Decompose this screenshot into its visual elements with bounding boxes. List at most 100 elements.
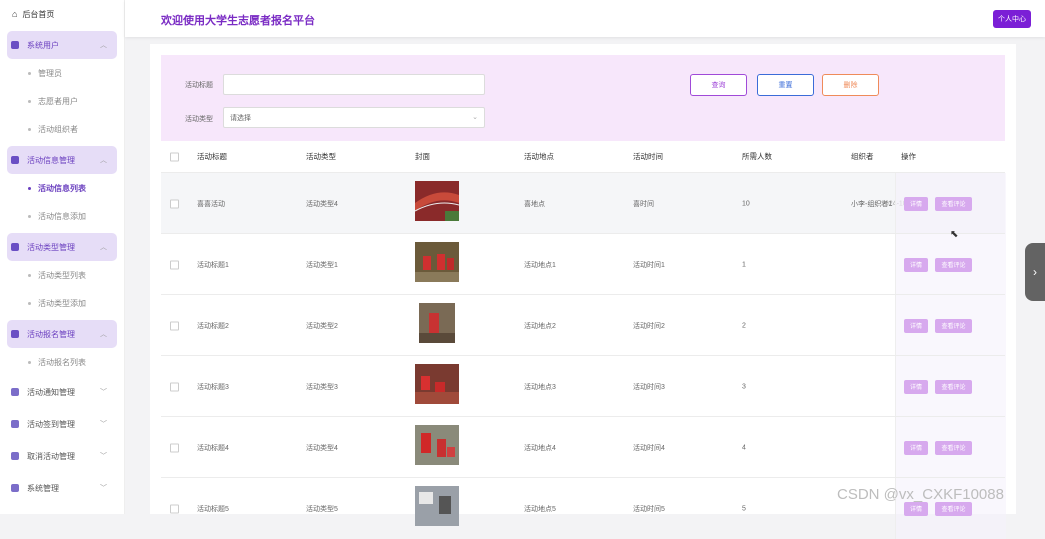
- row-checkbox[interactable]: [170, 260, 179, 269]
- col-type: 活动类型: [306, 152, 336, 161]
- dot-icon: [28, 71, 31, 75]
- cell-time: 喜时间: [633, 200, 654, 208]
- detail-button[interactable]: 详情: [904, 379, 928, 394]
- activity-icon: [11, 156, 19, 164]
- cell-time: 活动时间1: [633, 261, 665, 269]
- view-comments-button[interactable]: 查看评论: [935, 318, 972, 333]
- sidebar-item-admin[interactable]: 管理员: [0, 59, 124, 87]
- category-icon: [11, 243, 19, 251]
- dot-icon: [28, 273, 31, 277]
- row-checkbox[interactable]: [170, 199, 179, 208]
- sidebar-group-label: 取消活动管理: [27, 451, 75, 461]
- select-all-checkbox[interactable]: [170, 152, 179, 161]
- view-comments-button[interactable]: 查看评论: [935, 257, 972, 272]
- cell-title: 活动标题3: [197, 383, 229, 391]
- chevron-down-icon: ⌄: [472, 114, 478, 121]
- cell-type: 活动类型1: [306, 261, 338, 269]
- drawer-toggle-button[interactable]: ›: [1025, 243, 1045, 301]
- cover-image: [415, 425, 459, 465]
- sidebar-item-activity-add[interactable]: 活动信息添加: [0, 202, 124, 230]
- cell-time: 活动时间3: [633, 383, 665, 391]
- sidebar-item-label: 活动信息添加: [38, 211, 86, 221]
- dot-icon: [28, 99, 31, 103]
- type-select-value: 请选择: [230, 115, 251, 122]
- sidebar-group-label: 系统管理: [27, 483, 59, 493]
- notice-icon: [11, 388, 19, 396]
- cell-title: 活动标题4: [197, 444, 229, 452]
- view-comments-button[interactable]: 查看评论: [935, 196, 972, 211]
- sidebar-group-cancel[interactable]: 取消活动管理 ﹀: [7, 440, 117, 472]
- chevron-down-icon: ﹀: [100, 389, 107, 396]
- col-place: 活动地点: [524, 152, 554, 161]
- reset-button[interactable]: 重置: [757, 74, 814, 96]
- detail-button[interactable]: 详情: [904, 501, 928, 516]
- sidebar-group-users[interactable]: 系统用户 ︿: [7, 31, 117, 59]
- sidebar-group-notice[interactable]: 活动通知管理 ﹀: [7, 376, 117, 408]
- cell-count: 10: [742, 200, 750, 207]
- cell-type: 活动类型5: [306, 505, 338, 513]
- cell-title: 活动标题1: [197, 261, 229, 269]
- detail-button[interactable]: 详情: [904, 318, 928, 333]
- table-row: 喜喜活动活动类型4喜地点喜时间10小李-组织者12024-10-06详情查看评论: [161, 172, 1006, 234]
- mouse-cursor-icon: ⬉: [950, 229, 959, 240]
- sidebar-item-signup-list[interactable]: 活动报名列表: [0, 348, 124, 376]
- table-row: 活动标题2 活动类型2 活动地点2 活动时间2 2 详情 查看评论: [161, 294, 1006, 356]
- dot-icon: [28, 186, 31, 190]
- table-row: 活动标题4 活动类型4 活动地点4 活动时间4 4 详情 查看评论: [161, 416, 1006, 478]
- sidebar-item-label: 活动组织者: [38, 124, 78, 134]
- cell-place: 活动地点4: [524, 444, 556, 452]
- sidebar-group-signup[interactable]: 活动报名管理 ︿: [7, 320, 117, 348]
- detail-button[interactable]: 详情: [904, 440, 928, 455]
- sidebar-item-volunteer[interactable]: 志愿者用户: [0, 87, 124, 115]
- row-actions: 详情 查看评论: [895, 417, 1006, 478]
- cell-place: 活动地点5: [524, 505, 556, 513]
- cell-time: 活动时间4: [633, 444, 665, 452]
- cell-count: 5: [742, 505, 746, 512]
- query-button[interactable]: 查询: [690, 74, 747, 96]
- signup-icon: [11, 330, 19, 338]
- table-row: 活动标题1 活动类型1 活动地点1 活动时间1 1 详情 查看评论: [161, 233, 1006, 295]
- col-actions: 操作: [901, 152, 916, 161]
- sidebar-group-checkin[interactable]: 活动签到管理 ﹀: [7, 408, 117, 440]
- view-comments-button[interactable]: 查看评论: [935, 379, 972, 394]
- chevron-down-icon: ﹀: [100, 485, 107, 492]
- row-checkbox[interactable]: [170, 443, 179, 452]
- sidebar-item-type-list[interactable]: 活动类型列表: [0, 261, 124, 289]
- table-header: 活动标题 活动类型 封面 活动地点 活动时间 所需人数 组织者 操作: [161, 141, 1005, 172]
- view-comments-button[interactable]: 查看评论: [935, 501, 972, 516]
- type-select[interactable]: 请选择 ⌄: [223, 107, 485, 128]
- sidebar-item-label: 活动信息列表: [38, 183, 86, 193]
- delete-button[interactable]: 删除: [822, 74, 879, 96]
- cover-image: [415, 242, 459, 282]
- dot-icon: [28, 214, 31, 218]
- sidebar-home[interactable]: ⌂ 后台首页: [0, 0, 124, 28]
- detail-button[interactable]: 详情: [904, 196, 928, 211]
- sidebar-group-activity-type[interactable]: 活动类型管理 ︿: [7, 233, 117, 261]
- cell-type: 活动类型3: [306, 383, 338, 391]
- table-row: 活动标题3 活动类型3 活动地点3 活动时间3 3 详情 查看评论: [161, 355, 1006, 417]
- detail-button[interactable]: 详情: [904, 257, 928, 272]
- row-checkbox[interactable]: [170, 504, 179, 513]
- cover-image: [415, 364, 459, 404]
- sidebar-group-system[interactable]: 系统管理 ﹀: [7, 472, 117, 504]
- sidebar-item-organizer[interactable]: 活动组织者: [0, 115, 124, 143]
- sidebar-group-label: 活动类型管理: [27, 242, 75, 252]
- view-comments-button[interactable]: 查看评论: [935, 440, 972, 455]
- row-checkbox[interactable]: [170, 382, 179, 391]
- cell-place: 喜地点: [524, 200, 545, 208]
- title-search-input[interactable]: [223, 74, 485, 95]
- sidebar-item-label: 活动报名列表: [38, 357, 86, 367]
- chevron-up-icon: ︿: [100, 244, 107, 251]
- sidebar-item-type-add[interactable]: 活动类型添加: [0, 289, 124, 317]
- cover-image: [415, 486, 459, 526]
- home-icon: ⌂: [12, 9, 18, 19]
- cell-place: 活动地点1: [524, 261, 556, 269]
- user-center-button[interactable]: 个人中心: [993, 10, 1031, 28]
- system-icon: [11, 484, 19, 492]
- sidebar-item-label: 活动类型列表: [38, 270, 86, 280]
- sidebar-item-activity-list[interactable]: 活动信息列表: [0, 174, 124, 202]
- sidebar-group-label: 活动通知管理: [27, 387, 75, 397]
- row-checkbox[interactable]: [170, 321, 179, 330]
- sidebar-group-activity-info[interactable]: 活动信息管理 ︿: [7, 146, 117, 174]
- cell-type: 活动类型4: [306, 444, 338, 452]
